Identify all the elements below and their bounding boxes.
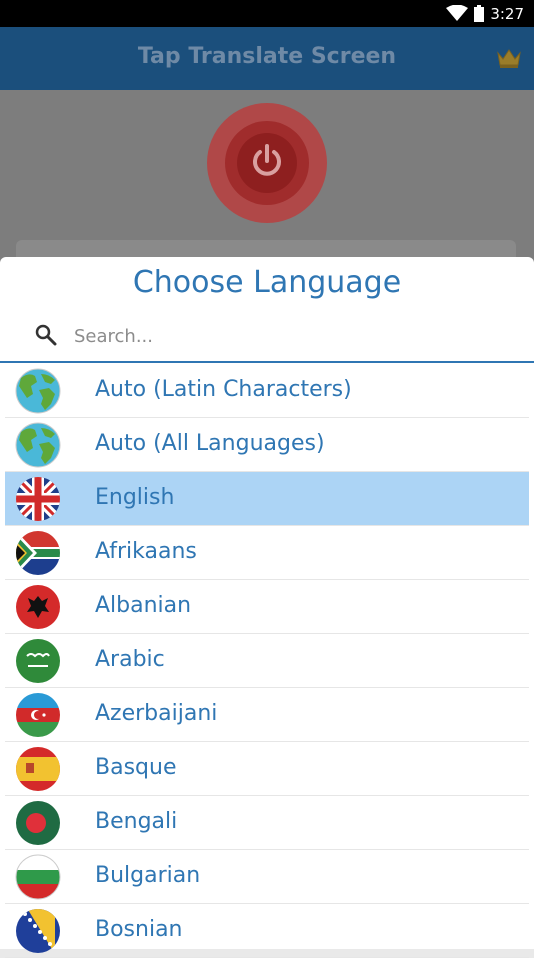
power-button[interactable] bbox=[207, 103, 327, 223]
language-label: Auto (Latin Characters) bbox=[95, 377, 352, 402]
language-label: Bengali bbox=[95, 809, 178, 834]
dialog-title: Choose Language bbox=[132, 265, 402, 300]
status-bar: 3:27 bbox=[0, 0, 534, 27]
bangladesh-flag-icon bbox=[16, 801, 60, 845]
bosnia-flag-icon bbox=[16, 909, 60, 953]
list-item[interactable]: Auto (All Languages) bbox=[5, 418, 529, 472]
albania-flag-icon bbox=[16, 585, 60, 629]
status-time: 3:27 bbox=[490, 5, 524, 23]
list-item-selected[interactable]: English bbox=[5, 472, 529, 526]
search-bar bbox=[0, 315, 534, 363]
app-bar: Tap Translate Screen bbox=[0, 27, 534, 90]
language-label: Afrikaans bbox=[95, 539, 197, 564]
language-label: English bbox=[95, 485, 175, 510]
list-item[interactable]: Afrikaans bbox=[5, 526, 529, 580]
language-label: Auto (All Languages) bbox=[95, 431, 325, 456]
list-item[interactable]: Bulgarian bbox=[5, 850, 529, 904]
crown-icon[interactable] bbox=[496, 47, 522, 69]
uk-flag-icon bbox=[16, 477, 60, 521]
south-africa-flag-icon bbox=[16, 531, 60, 575]
language-label: Albanian bbox=[95, 593, 192, 618]
globe-icon bbox=[15, 368, 61, 414]
azerbaijan-flag-icon bbox=[16, 693, 60, 737]
app-title: Tap Translate Screen bbox=[137, 44, 397, 69]
language-label: Arabic bbox=[95, 647, 165, 672]
bulgaria-flag-icon bbox=[15, 854, 61, 900]
list-item[interactable]: Auto (Latin Characters) bbox=[5, 364, 529, 418]
power-icon bbox=[253, 144, 281, 176]
battery-icon bbox=[474, 5, 484, 22]
search-icon bbox=[35, 324, 57, 346]
language-label: Bulgarian bbox=[95, 863, 201, 888]
list-item[interactable]: Azerbaijani bbox=[5, 688, 529, 742]
language-list: Auto (Latin Characters) Auto (All Langua… bbox=[5, 364, 529, 958]
search-input[interactable] bbox=[74, 323, 494, 349]
language-label: Azerbaijani bbox=[95, 701, 218, 726]
language-label: Bosnian bbox=[95, 917, 183, 942]
list-item[interactable]: Bengali bbox=[5, 796, 529, 850]
spain-flag-icon bbox=[16, 747, 60, 791]
list-item[interactable]: Basque bbox=[5, 742, 529, 796]
list-item[interactable]: Bosnian bbox=[5, 904, 529, 958]
wifi-icon bbox=[446, 5, 468, 21]
language-dialog: Choose Language Auto (Latin Characters) bbox=[0, 257, 534, 958]
list-item[interactable]: Albanian bbox=[5, 580, 529, 634]
list-item[interactable]: Arabic bbox=[5, 634, 529, 688]
globe-icon bbox=[15, 422, 61, 468]
saudi-arabia-flag-icon bbox=[16, 639, 60, 683]
language-label: Basque bbox=[95, 755, 177, 780]
